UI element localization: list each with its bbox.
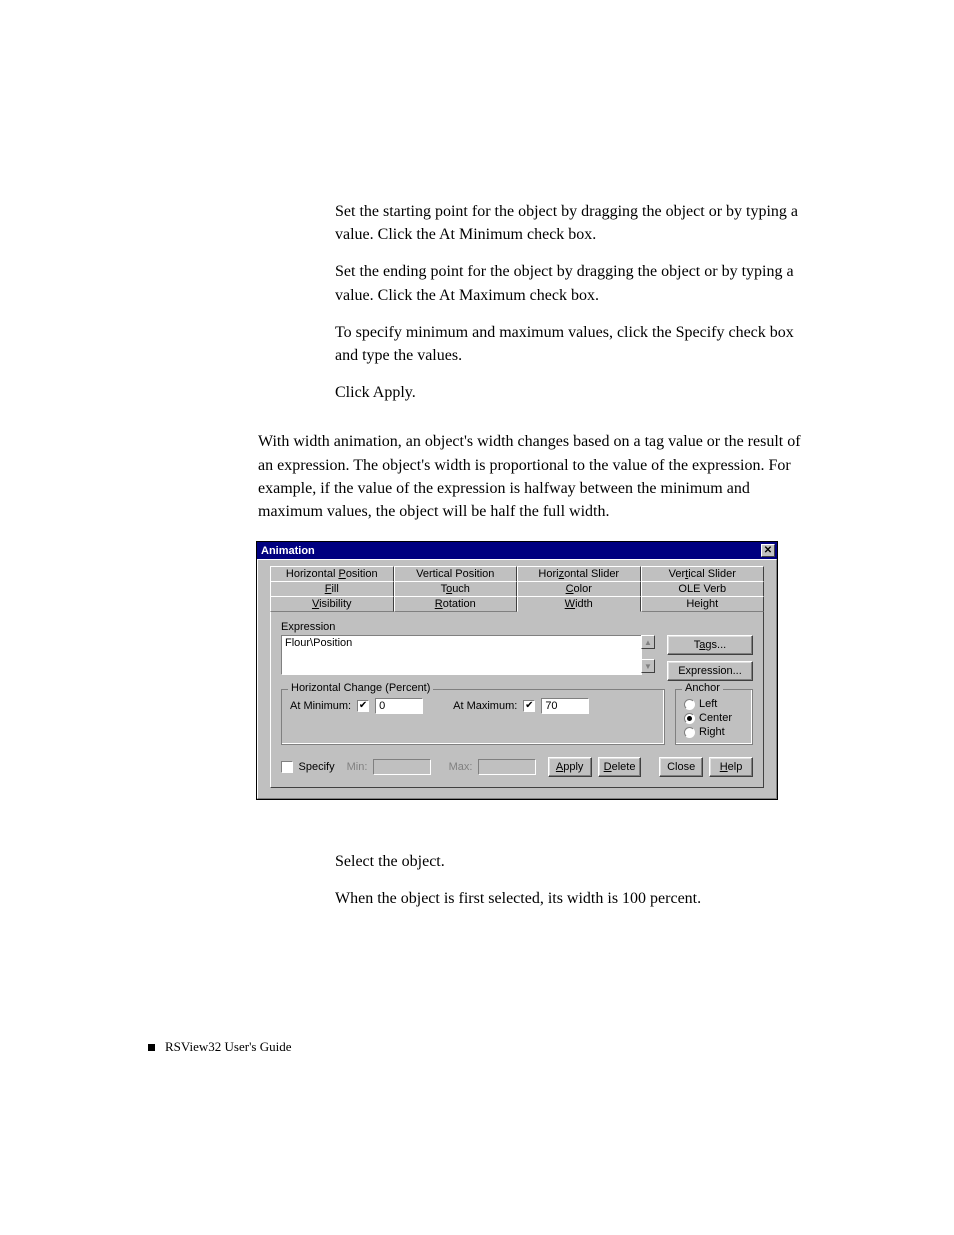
at-minimum-input[interactable] <box>375 698 423 714</box>
anchor-legend: Anchor <box>682 682 723 694</box>
animation-dialog: Animation ✕ Horizontal Position Vertical… <box>256 541 778 800</box>
tab-rotation[interactable]: Rotation <box>394 596 518 612</box>
at-maximum-input[interactable] <box>541 698 589 714</box>
min-input-disabled <box>373 759 430 775</box>
at-maximum-checkbox[interactable]: ✔ <box>523 700 535 712</box>
min-label: Min: <box>347 761 368 773</box>
sub-step-1: Select the object. <box>335 850 445 873</box>
expression-label: Expression <box>281 621 753 633</box>
help-button[interactable]: Help <box>709 757 753 777</box>
dialog-title: Animation <box>261 545 315 557</box>
max-label: Max: <box>449 761 473 773</box>
tab-vertical-position[interactable]: Vertical Position <box>394 566 518 582</box>
tab-visibility[interactable]: Visibility <box>270 596 394 612</box>
tab-horizontal-slider[interactable]: Horizontal Slider <box>517 566 641 582</box>
anchor-left-radio[interactable]: Left <box>684 698 744 710</box>
tab-height[interactable]: Height <box>641 596 765 612</box>
tab-fill[interactable]: Fill <box>270 581 394 597</box>
step-6: To specify minimum and maximum values, c… <box>335 321 814 367</box>
anchor-right-radio[interactable]: Right <box>684 726 744 738</box>
step-5: Set the ending point for the object by d… <box>335 260 814 306</box>
close-icon[interactable]: ✕ <box>761 544 775 557</box>
tab-vertical-slider[interactable]: Vertical Slider <box>641 566 765 582</box>
anchor-center-radio[interactable]: Center <box>684 712 744 724</box>
page-footer: RSView32 User's Guide <box>148 1039 292 1055</box>
expression-button[interactable]: Expression... <box>667 661 753 681</box>
step-4: Set the starting point for the object by… <box>335 200 814 246</box>
tab-width[interactable]: Width <box>517 596 641 612</box>
horiz-change-legend: Horizontal Change (Percent) <box>288 682 433 694</box>
close-button[interactable]: Close <box>659 757 703 777</box>
step-7: Click Apply. <box>335 381 416 404</box>
max-input-disabled <box>478 759 535 775</box>
scroll-up-icon[interactable]: ▲ <box>641 635 655 649</box>
footer-text: RSView32 User's Guide <box>165 1039 292 1055</box>
specify-checkbox[interactable] <box>281 761 293 773</box>
scroll-down-icon[interactable]: ▼ <box>641 659 655 673</box>
step-list: Set the starting point for the object by… <box>335 200 814 404</box>
footer-bullet-icon <box>148 1044 155 1051</box>
tab-ole-verb[interactable]: OLE Verb <box>641 581 765 597</box>
sub-step-1b: When the object is first selected, its w… <box>335 887 701 910</box>
width-anim-paragraph: With width animation, an object's width … <box>258 430 814 523</box>
at-minimum-checkbox[interactable]: ✔ <box>357 700 369 712</box>
tags-button[interactable]: Tags... <box>667 635 753 655</box>
apply-button[interactable]: Apply <box>548 757 592 777</box>
specify-label: Specify <box>299 761 335 773</box>
at-maximum-label: At Maximum: <box>453 700 517 712</box>
tab-horizontal-position[interactable]: Horizontal Position <box>270 566 394 582</box>
tab-color[interactable]: Color <box>517 581 641 597</box>
expression-input[interactable]: Flour\Position <box>281 635 642 675</box>
at-minimum-label: At Minimum: <box>290 700 351 712</box>
tab-touch[interactable]: Touch <box>394 581 518 597</box>
dialog-titlebar[interactable]: Animation ✕ <box>257 542 777 559</box>
delete-button[interactable]: Delete <box>598 757 642 777</box>
